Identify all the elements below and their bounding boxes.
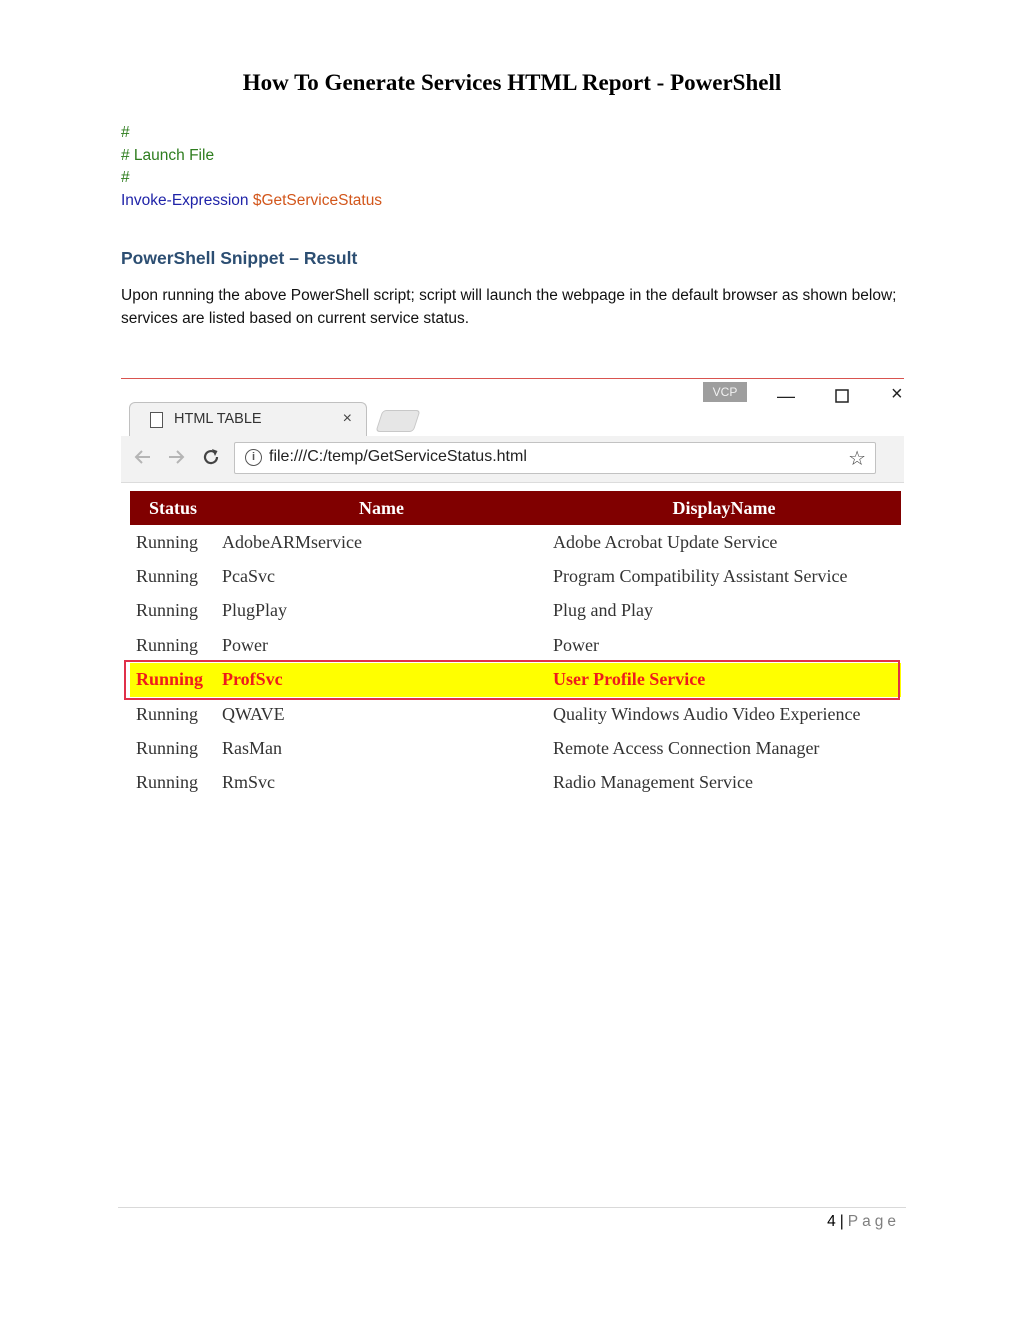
cell-name: RmSvc — [222, 772, 276, 793]
vcp-badge: VCP — [703, 382, 747, 402]
header-status: Status — [130, 491, 216, 525]
document-icon — [150, 412, 163, 428]
cell-name: PlugPlay — [222, 600, 288, 621]
page-footer: 4 | Page — [827, 1213, 900, 1231]
code-cmdlet: Invoke-Expression — [121, 191, 249, 209]
close-icon[interactable]: × — [891, 384, 903, 404]
page-title: How To Generate Services HTML Report - P… — [242, 70, 782, 95]
code-comment-line: # — [121, 124, 130, 141]
info-icon[interactable]: i — [245, 449, 262, 466]
cell-display: Power — [553, 634, 599, 655]
browser-tab[interactable]: HTML TABLE × — [129, 402, 367, 438]
code-comment-line: # Launch File — [121, 146, 215, 164]
table-row: Running RasMan Remote Access Connection … — [130, 731, 901, 765]
table-row: Running Power Power — [130, 628, 901, 662]
cell-status: Running — [136, 566, 199, 587]
header-displayname: DisplayName — [547, 491, 901, 525]
footer-divider — [118, 1207, 906, 1208]
cell-display: Remote Access Connection Manager — [553, 738, 820, 759]
section-heading: PowerShell Snippet – Result — [121, 248, 358, 268]
table-row: Running RmSvc Radio Management Service — [130, 766, 901, 800]
header-name: Name — [216, 491, 547, 525]
code-snippet: # # Launch File # Invoke-Expression $Get… — [121, 122, 382, 212]
cell-name: AdobeARMservice — [222, 531, 362, 552]
cell-display: User Profile Service — [547, 662, 901, 697]
address-bar[interactable]: i file:///C:/temp/GetServiceStatus.html … — [234, 442, 876, 474]
reload-icon[interactable] — [201, 447, 221, 471]
page-number: 4 — [827, 1213, 836, 1230]
browser-screenshot: VCP — × HTML TABLE × i file:///C:/temp/G… — [121, 378, 904, 808]
cell-status: Running — [136, 531, 199, 552]
new-tab-button[interactable] — [375, 410, 421, 432]
cell-status: Running — [136, 600, 199, 621]
minimize-icon[interactable]: — — [777, 387, 795, 405]
maximize-icon[interactable] — [835, 388, 849, 406]
table-row: Running PlugPlay Plug and Play — [130, 594, 901, 628]
code-variable: $GetServiceStatus — [252, 191, 383, 209]
cell-status: Running — [136, 703, 199, 724]
cell-status: Running — [130, 662, 216, 697]
cell-status: Running — [136, 634, 199, 655]
tab-title: HTML TABLE — [174, 411, 262, 427]
cell-display: Adobe Acrobat Update Service — [553, 531, 778, 552]
star-icon[interactable]: ☆ — [848, 446, 866, 471]
cell-name: Power — [222, 634, 268, 655]
table-row: Running PcaSvc Program Compatibility Ass… — [130, 559, 901, 593]
footer-separator: | — [839, 1213, 844, 1230]
cell-display: Plug and Play — [553, 600, 654, 621]
browser-toolbar: i file:///C:/temp/GetServiceStatus.html … — [121, 436, 904, 483]
cell-display: Radio Management Service — [553, 772, 753, 793]
forward-arrow-icon[interactable] — [166, 447, 186, 471]
cell-name: RasMan — [222, 738, 282, 759]
cell-name: ProfSvc — [216, 662, 547, 697]
cell-display: Program Compatibility Assistant Service — [553, 566, 848, 587]
table-header-row: Status Name DisplayName — [130, 491, 901, 525]
services-table: Status Name DisplayName Running AdobeARM… — [130, 491, 901, 800]
cell-name: PcaSvc — [222, 566, 275, 587]
page-label: Page — [847, 1213, 900, 1230]
tab-close-icon[interactable]: × — [343, 410, 352, 428]
back-arrow-icon[interactable] — [133, 447, 153, 471]
browser-titlebar: VCP — × HTML TABLE × — [121, 379, 904, 438]
cell-display: Quality Windows Audio Video Experience — [553, 703, 861, 724]
cell-status: Running — [136, 738, 199, 759]
cell-name: QWAVE — [222, 703, 285, 724]
url-text[interactable]: file:///C:/temp/GetServiceStatus.html — [269, 448, 527, 466]
cell-status: Running — [136, 772, 199, 793]
code-command-line: Invoke-Expression $GetServiceStatus — [121, 190, 382, 213]
table-row: Running QWAVE Quality Windows Audio Vide… — [130, 697, 901, 731]
body-paragraph: Upon running the above PowerShell script… — [121, 287, 897, 327]
code-comment-line: # — [121, 169, 130, 186]
table-row-highlighted: Running ProfSvc User Profile Service — [130, 662, 901, 697]
table-row: Running AdobeARMservice Adobe Acrobat Up… — [130, 525, 901, 559]
